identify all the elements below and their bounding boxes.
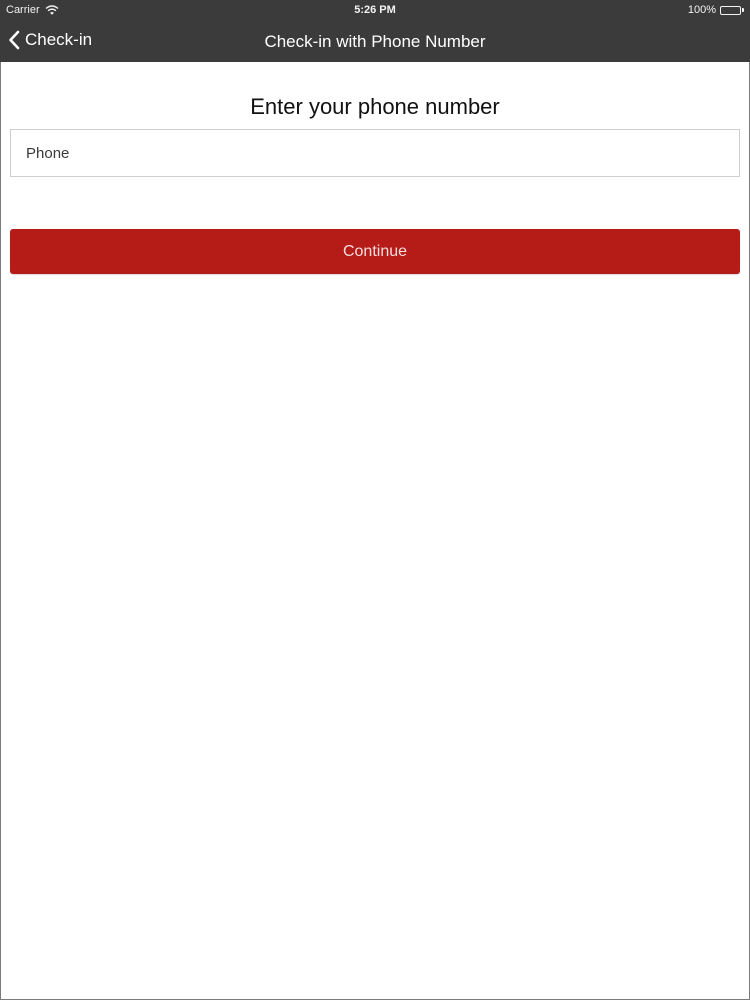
navigation-bar: Check-in Check-in with Phone Number <box>0 20 750 62</box>
phone-input[interactable] <box>10 129 740 177</box>
continue-button[interactable]: Continue <box>10 229 740 274</box>
top-bar: Carrier 5:26 PM 100% Check-in Check-in w… <box>0 0 750 62</box>
status-bar: Carrier 5:26 PM 100% <box>0 0 750 20</box>
status-time: 5:26 PM <box>354 4 396 16</box>
page-heading: Enter your phone number <box>250 94 500 119</box>
battery-icon <box>720 5 744 15</box>
battery-percent: 100% <box>687 4 716 16</box>
status-right: 100% <box>688 4 744 16</box>
nav-title: Check-in with Phone Number <box>264 32 486 51</box>
